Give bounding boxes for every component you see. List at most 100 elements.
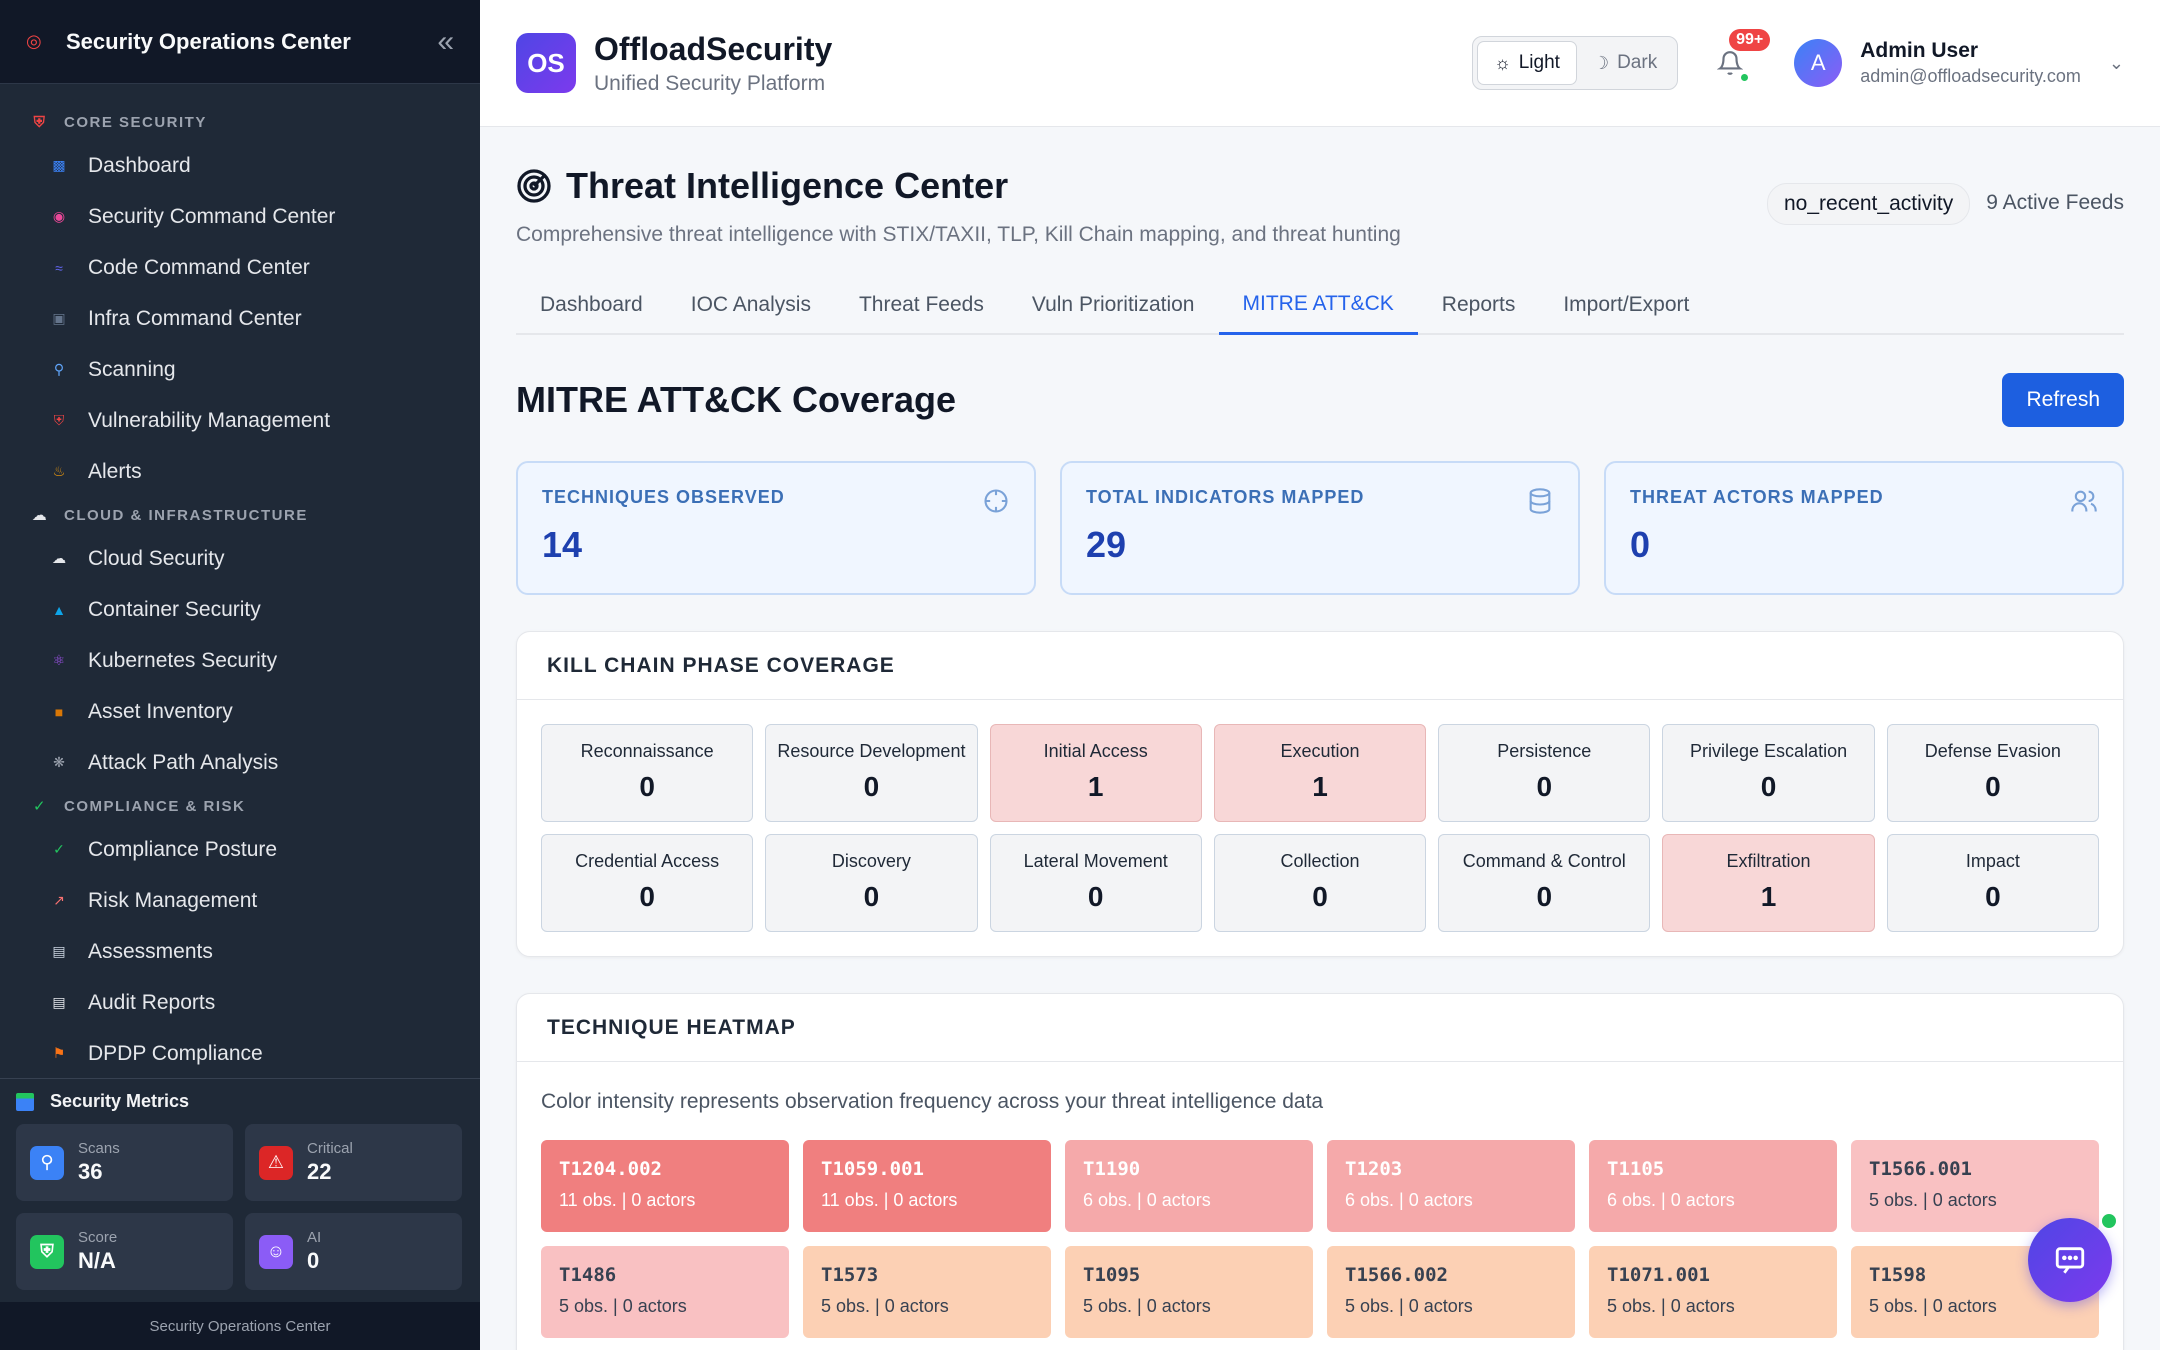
stat-card-total-indicators-mapped: TOTAL INDICATORS MAPPED 29	[1060, 461, 1580, 595]
sidebar-item-label: Alerts	[88, 459, 142, 483]
security-metrics-panel: Security Metrics ⚲ Scans 36 ⚠ Critical 22 ⛨ Sco…	[0, 1078, 480, 1302]
flag-icon: ⚑	[52, 1045, 66, 1061]
sidebar-item-kubernetes-security[interactable]: ⚛ Kubernetes Security	[0, 635, 480, 686]
metric-text: AI 0	[307, 1229, 321, 1274]
tab-bar: Dashboard IOC Analysis Threat Feeds Vuln Pr…	[516, 275, 2124, 335]
cloud-icon: ☁	[31, 507, 49, 524]
technique-meta: 11 obs. | 0 actors	[559, 1190, 696, 1210]
sidebar-item-dashboard[interactable]: ▩ Dashboard	[0, 140, 480, 191]
notifications-button[interactable]: 99+	[1708, 29, 1771, 85]
tab-threat-feeds[interactable]: Threat Feeds	[835, 275, 1008, 335]
tab-vuln-prioritization[interactable]: Vuln Prioritization	[1008, 275, 1219, 335]
tab-dashboard[interactable]: Dashboard	[516, 275, 667, 335]
user-info[interactable]: Admin User admin@offloadsecurity.com	[1860, 39, 2081, 87]
sidebar-item-scanning[interactable]: ⚲ Scanning	[0, 344, 480, 395]
sidebar-item-vulnerability-management[interactable]: ⛨ Vulnerability Management	[0, 395, 480, 446]
avatar[interactable]: A	[1794, 39, 1843, 87]
metric-card-critical[interactable]: ⚠ Critical 22	[245, 1124, 462, 1201]
phase-defense-evasion[interactable]: Defense Evasion 0	[1886, 724, 2099, 822]
sidebar-item-compliance-posture[interactable]: ✓ Compliance Posture	[0, 824, 480, 875]
heatmap-cell-t1190[interactable]: T1190 6 obs. | 0 actors	[1065, 1140, 1313, 1232]
theme-dark-button[interactable]: ☽ Dark	[1577, 41, 1673, 85]
heatmap-cell-t1059-001[interactable]: T1059.001 11 obs. | 0 actors	[803, 1140, 1051, 1232]
phase-command-control[interactable]: Command & Control 0	[1438, 834, 1651, 932]
phase-count: 0	[863, 881, 880, 912]
tab-mitre-att-ck[interactable]: MITRE ATT&CK	[1218, 275, 1418, 335]
refresh-button[interactable]: Refresh	[2002, 373, 2124, 427]
theme-light-button[interactable]: ☼ Light	[1477, 41, 1577, 85]
metric-card-scans[interactable]: ⚲ Scans 36	[16, 1124, 233, 1201]
sidebar-item-infra-command-center[interactable]: ▣ Infra Command Center	[0, 293, 480, 344]
tab-ioc-analysis[interactable]: IOC Analysis	[667, 275, 835, 335]
phase-collection[interactable]: Collection 0	[1213, 834, 1427, 932]
sidebar-item-alerts[interactable]: ♨ Alerts	[0, 446, 480, 497]
phase-persistence[interactable]: Persistence 0	[1438, 724, 1651, 822]
phase-privilege-escalation[interactable]: Privilege Escalation 0	[1662, 724, 1875, 822]
sidebar-item-dpdp-compliance[interactable]: ⚑ DPDP Compliance	[0, 1028, 480, 1078]
sidebar-item-attack-path-analysis[interactable]: ❋ Attack Path Analysis	[0, 737, 480, 788]
sidebar-item-audit-reports[interactable]: ▤ Audit Reports	[0, 977, 480, 1028]
phase-credential-access[interactable]: Credential Access 0	[541, 834, 754, 932]
stat-value: 29	[1086, 524, 1127, 565]
heatmap-cell-t1566-002[interactable]: T1566.002 5 obs. | 0 actors	[1327, 1246, 1575, 1338]
phase-resource-development[interactable]: Resource Development 0	[765, 724, 978, 822]
stat-value: 0	[1630, 524, 1651, 565]
sidebar-section-core-security: ⛨ CORE SECURITY	[0, 104, 480, 140]
sidebar-item-label: Infra Command Center	[88, 306, 302, 330]
sidebar-item-security-command-center[interactable]: ◉ Security Command Center	[0, 191, 480, 242]
metric-card-ai[interactable]: ☺ AI 0	[245, 1213, 462, 1290]
technique-meta: 6 obs. | 0 actors	[1345, 1190, 1473, 1210]
technique-heatmap-panel: TECHNIQUE HEATMAP Color intensity repres…	[516, 993, 2124, 1350]
phase-reconnaissance[interactable]: Reconnaissance 0	[541, 724, 754, 822]
technique-meta: 5 obs. | 0 actors	[559, 1296, 687, 1316]
technique-id: T1566.002	[1345, 1264, 1448, 1286]
monitor-icon: ▣	[52, 310, 66, 326]
sidebar-item-asset-inventory[interactable]: ■ Asset Inventory	[0, 686, 480, 737]
tab-reports[interactable]: Reports	[1418, 275, 1540, 335]
sidebar-item-code-command-center[interactable]: ≈ Code Command Center	[0, 242, 480, 293]
sidebar-item-label: Asset Inventory	[88, 699, 233, 723]
technique-id: T1204.002	[559, 1158, 662, 1180]
technique-meta: 5 obs. | 0 actors	[1083, 1296, 1211, 1316]
tab-import-export[interactable]: Import/Export	[1539, 275, 1713, 335]
topbar: OS OffloadSecurity Unified Security Plat…	[480, 0, 2160, 127]
chevron-down-icon[interactable]: ⌄	[2109, 53, 2124, 74]
phase-exfiltration[interactable]: Exfiltration 1	[1662, 834, 1875, 932]
main-content: Threat Intelligence Center Comprehensive…	[480, 127, 2160, 1350]
theme-toggle: ☼ Light ☽ Dark	[1472, 36, 1679, 90]
sidebar-item-container-security[interactable]: ▲ Container Security	[0, 584, 480, 635]
sidebar-item-assessments[interactable]: ▤ Assessments	[0, 926, 480, 977]
user-email: admin@offloadsecurity.com	[1860, 66, 2081, 86]
stat-card-threat-actors-mapped: THREAT ACTORS MAPPED 0	[1604, 461, 2124, 595]
phase-discovery[interactable]: Discovery 0	[765, 834, 978, 932]
heatmap-cell-t1203[interactable]: T1203 6 obs. | 0 actors	[1327, 1140, 1575, 1232]
heatmap-cell-t1105[interactable]: T1105 6 obs. | 0 actors	[1589, 1140, 1837, 1232]
shield-icon: ⛨	[33, 113, 47, 131]
heatmap-cell-t1071-001[interactable]: T1071.001 5 obs. | 0 actors	[1589, 1246, 1837, 1338]
sidebar-item-cloud-security[interactable]: ☁ Cloud Security	[0, 533, 480, 584]
heatmap-cell-t1204-002[interactable]: T1204.002 11 obs. | 0 actors	[541, 1140, 789, 1232]
phase-execution[interactable]: Execution 1	[1213, 724, 1427, 822]
metric-label: Score	[78, 1229, 118, 1246]
heatmap-cell-t1573[interactable]: T1573 5 obs. | 0 actors	[803, 1246, 1051, 1338]
bell-icon: ♨	[52, 463, 66, 479]
stat-label: TOTAL INDICATORS MAPPED	[1086, 487, 1365, 507]
phase-lateral-movement[interactable]: Lateral Movement 0	[989, 834, 1202, 932]
chat-button[interactable]	[2028, 1218, 2112, 1302]
phase-name: Persistence	[1497, 741, 1592, 761]
phase-impact[interactable]: Impact 0	[1886, 834, 2099, 932]
sidebar-item-risk-management[interactable]: ↗ Risk Management	[0, 875, 480, 926]
phase-initial-access[interactable]: Initial Access 1	[989, 724, 1202, 822]
stat-cards: TECHNIQUES OBSERVED 14 TOTAL INDICATORS MA…	[516, 461, 2124, 595]
technique-id: T1573	[821, 1264, 879, 1286]
package-icon: ■	[54, 703, 64, 720]
phase-name: Defense Evasion	[1924, 741, 2061, 761]
sidebar-section-cloud-infrastructure: ☁ CLOUD & INFRASTRUCTURE	[0, 497, 480, 533]
technique-meta: 5 obs. | 0 actors	[1869, 1296, 1997, 1316]
heatmap-cell-t1095[interactable]: T1095 5 obs. | 0 actors	[1065, 1246, 1313, 1338]
collapse-sidebar-icon[interactable]: «	[437, 26, 454, 57]
heatmap-cell-t1486[interactable]: T1486 5 obs. | 0 actors	[541, 1246, 789, 1338]
phase-name: Impact	[1965, 851, 2020, 871]
metric-card-score[interactable]: ⛨ Score N/A	[16, 1213, 233, 1290]
technique-meta: 5 obs. | 0 actors	[821, 1296, 949, 1316]
